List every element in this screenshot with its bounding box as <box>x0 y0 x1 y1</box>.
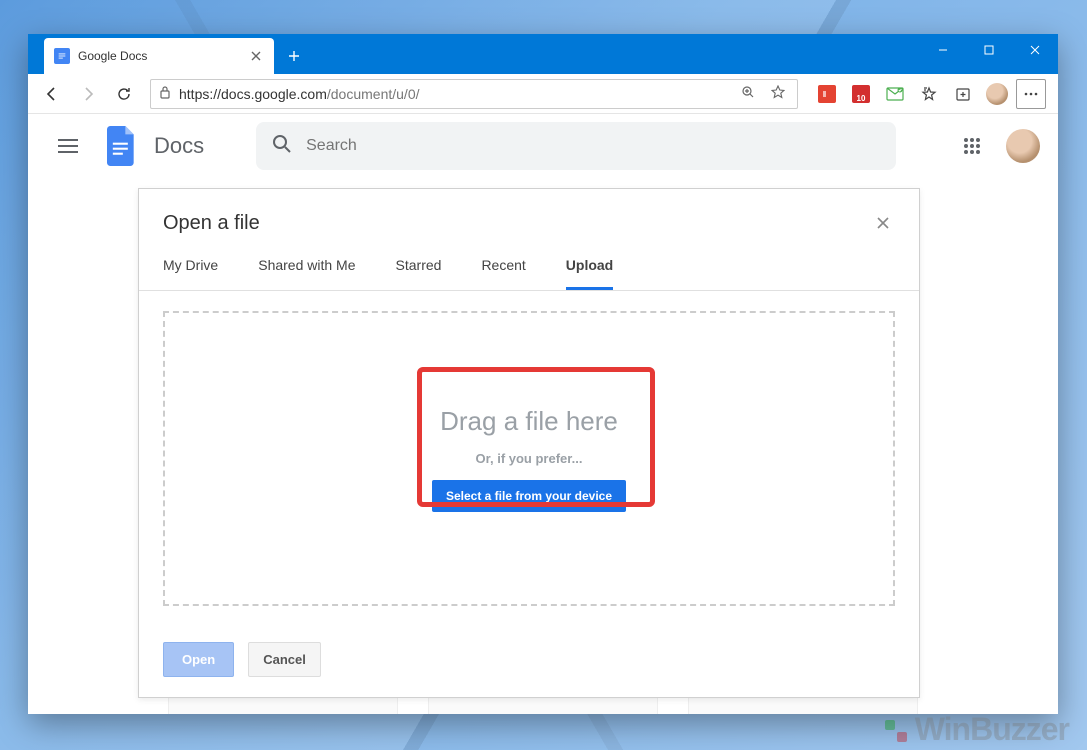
search-input[interactable] <box>306 137 880 155</box>
nav-forward-button[interactable] <box>72 78 104 110</box>
tab-close-button[interactable] <box>248 48 264 64</box>
favorite-star-icon[interactable] <box>767 85 789 102</box>
extension-collections[interactable] <box>948 79 978 109</box>
browser-window: Google Docs https://docs.google. <box>28 34 1058 714</box>
dialog-footer: Open Cancel <box>139 626 919 697</box>
browser-tab-active[interactable]: Google Docs <box>44 38 274 74</box>
new-tab-button[interactable] <box>280 42 308 70</box>
nav-back-button[interactable] <box>36 78 68 110</box>
docs-favicon <box>54 48 70 64</box>
browser-toolbar: https://docs.google.com/document/u/0/ 10 <box>28 74 1058 114</box>
dialog-title: Open a file <box>163 212 260 235</box>
extension-favorites[interactable] <box>914 79 944 109</box>
user-account-avatar[interactable] <box>1006 129 1040 163</box>
tab-starred[interactable]: Starred <box>396 257 442 290</box>
extension-calendar[interactable]: 10 <box>846 79 876 109</box>
nav-refresh-button[interactable] <box>108 78 140 110</box>
docs-app-title: Docs <box>154 133 204 159</box>
tab-shared-with-me[interactable]: Shared with Me <box>258 257 355 290</box>
watermark-logo-icon <box>881 716 909 744</box>
lock-icon <box>159 85 171 102</box>
open-button[interactable]: Open <box>163 642 234 677</box>
page-content: Docs Open a file <box>28 114 1058 714</box>
drag-title: Drag a file here <box>440 406 618 437</box>
file-picker-dialog: Open a file My Drive Shared with Me Star… <box>138 188 920 698</box>
extension-bar: 10 <box>808 79 1050 109</box>
search-icon <box>272 134 292 159</box>
extension-mail[interactable] <box>880 79 910 109</box>
window-controls <box>920 34 1058 66</box>
tab-my-drive[interactable]: My Drive <box>163 257 218 290</box>
dialog-close-button[interactable] <box>871 211 895 235</box>
select-file-button[interactable]: Select a file from your device <box>432 480 626 512</box>
docs-header: Docs <box>28 114 1058 178</box>
tab-upload[interactable]: Upload <box>566 257 613 290</box>
extension-todoist[interactable] <box>812 79 842 109</box>
main-menu-button[interactable] <box>46 124 90 168</box>
zoom-icon[interactable] <box>737 85 759 102</box>
docs-logo-icon[interactable] <box>102 126 142 166</box>
watermark: WinBuzzer <box>881 711 1069 748</box>
profile-avatar[interactable] <box>982 79 1012 109</box>
browser-menu-button[interactable] <box>1016 79 1046 109</box>
address-bar[interactable]: https://docs.google.com/document/u/0/ <box>150 79 798 109</box>
google-apps-button[interactable] <box>952 126 992 166</box>
window-minimize-button[interactable] <box>920 34 966 66</box>
picker-tabs: My Drive Shared with Me Starred Recent U… <box>139 235 919 291</box>
watermark-text: WinBuzzer <box>915 711 1069 748</box>
url-text: https://docs.google.com/document/u/0/ <box>179 86 729 102</box>
window-close-button[interactable] <box>1012 34 1058 66</box>
upload-dropzone[interactable]: Drag a file here Or, if you prefer... Se… <box>163 311 895 606</box>
cancel-button[interactable]: Cancel <box>248 642 321 677</box>
tab-recent[interactable]: Recent <box>481 257 525 290</box>
search-box[interactable] <box>256 122 896 170</box>
tab-title: Google Docs <box>78 49 240 63</box>
window-maximize-button[interactable] <box>966 34 1012 66</box>
drag-subtitle: Or, if you prefer... <box>476 451 583 466</box>
browser-titlebar: Google Docs <box>28 34 1058 74</box>
